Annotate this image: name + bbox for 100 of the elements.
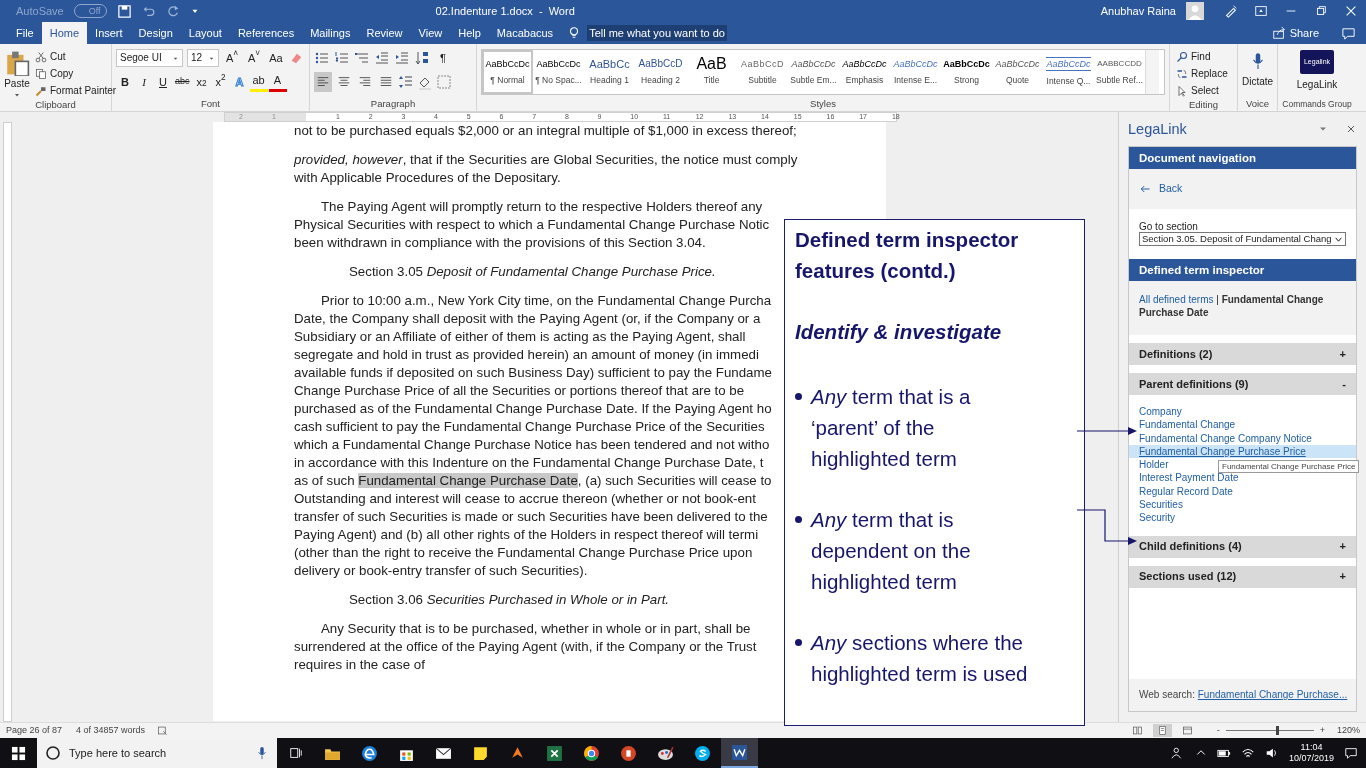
accordion-header[interactable]: Definitions (2) + (1129, 343, 1356, 365)
section-dropdown[interactable]: Section 3.05. Deposit of Fundamental Chang (1139, 232, 1346, 246)
ribbon-tab[interactable]: Home (41, 22, 88, 44)
search-icon (1176, 50, 1188, 63)
font-button[interactable]: I (135, 72, 153, 92)
brush-button[interactable]: Format Painter (33, 82, 119, 99)
zoom-out-button[interactable]: - (1216, 723, 1220, 738)
ribbon-tab[interactable]: Mailings (302, 22, 359, 44)
style-option[interactable]: AaBbCcDc Intense Q... (1043, 50, 1094, 94)
style-option[interactable]: AABBCCDD Subtle Ref... (1094, 50, 1145, 94)
style-option[interactable]: AaBbCcD Heading 2 (635, 50, 686, 94)
zoom-in-button[interactable]: + (1319, 723, 1325, 738)
print-view-button[interactable] (1152, 724, 1172, 737)
word-count: 4 of 34857 words (76, 723, 146, 737)
paste-button[interactable]: Paste (4, 48, 30, 99)
sticky-note-icon (472, 744, 489, 762)
tooltip: Fundamental Change Purchase Price (1218, 460, 1360, 473)
notification-icon (1344, 746, 1358, 760)
ribbon-tab[interactable]: File (8, 22, 42, 44)
font-button[interactable]: x$^{2}$ (211, 72, 230, 92)
style-option[interactable]: AaBbCcDc ¶ No Spac... (533, 50, 584, 94)
font-button[interactable]: x$_{2}$ (192, 72, 211, 92)
ribbon-tab[interactable]: Help (450, 22, 489, 44)
text-line: as of such (294, 473, 356, 488)
font-button[interactable]: ab (249, 72, 268, 92)
share-button[interactable]: Share (1271, 24, 1319, 42)
gallery-scrollbar[interactable] (1145, 50, 1159, 94)
font-button[interactable]: Aa (267, 48, 285, 68)
font-button[interactable]: B (116, 72, 134, 92)
back-arrow-icon (1139, 183, 1151, 195)
term-link[interactable]: Fundamental Change (1129, 418, 1356, 432)
style-option[interactable]: AaB Title (686, 50, 737, 94)
taskbar-search-field[interactable]: Type here to search (37, 738, 277, 768)
term-link[interactable]: Company (1129, 405, 1356, 419)
ribbon-tab[interactable]: Design (130, 22, 181, 44)
style-option[interactable]: AaBbCcDc ¶ Normal (482, 50, 533, 94)
term-link[interactable]: Interest Payment Date (1129, 471, 1356, 485)
style-option[interactable]: AaBbCcDc Quote (992, 50, 1043, 94)
scissors-icon (35, 50, 47, 63)
find-button[interactable]: Find (1174, 48, 1233, 65)
all-terms-link[interactable]: All defined terms (1139, 294, 1214, 305)
style-option[interactable]: AaBbCc Heading 1 (584, 50, 635, 94)
term-link[interactable]: Regular Record Date (1129, 484, 1356, 499)
back-link[interactable]: Back (1139, 181, 1183, 197)
redo-icon (165, 4, 180, 18)
task-view-icon (288, 746, 303, 760)
ribbon-tab[interactable]: Insert (87, 22, 131, 44)
style-option[interactable]: AaBbCcDc Intense E... (890, 50, 941, 94)
select-button[interactable]: Select (1174, 82, 1233, 99)
maximize-icon (1314, 4, 1328, 18)
cut-button[interactable]: Cut (33, 48, 119, 65)
bullets-icon (314, 50, 330, 66)
ribbon-tab[interactable]: Macabacus (488, 22, 562, 44)
text-line: in accordance with this Indenture on the Fundamental Change Purchase Date, t (294, 455, 764, 470)
sort-icon (414, 50, 430, 66)
windows-logo-icon (11, 745, 26, 761)
font-button[interactable]: A$^{˄}$ (223, 48, 241, 68)
font-button[interactable]: abc (173, 72, 192, 92)
style-option[interactable]: AaBbCcD Subtitle (737, 50, 788, 94)
font-name-field[interactable]: Segoe UI (116, 49, 183, 67)
ribbon-tab[interactable]: Layout (180, 22, 230, 44)
bullet-dot (795, 516, 802, 523)
align-left-button[interactable] (314, 72, 332, 92)
style-option[interactable]: AaBbCcDc Emphasis (839, 50, 890, 94)
style-option[interactable]: AaBbCcDc Strong (941, 50, 992, 94)
view-icon (1131, 725, 1143, 736)
ribbon-tab[interactable]: View (410, 22, 451, 44)
proofing-icon (157, 725, 169, 736)
callout-title: Defined term inspector features (contd.) (795, 227, 1020, 284)
zoom-thumb[interactable] (1276, 726, 1280, 735)
view-icon (1156, 725, 1168, 736)
brush-icon (35, 84, 47, 97)
dictate-button[interactable]: Dictate (1242, 48, 1273, 89)
font-button[interactable]: A (268, 72, 287, 92)
browser-icon (361, 744, 378, 762)
font-button[interactable]: U (154, 72, 172, 92)
ribbon-tab[interactable]: Review (358, 22, 411, 44)
presentation-icon (620, 744, 637, 762)
accordion-header[interactable]: Parent definitions (9) - (1129, 373, 1356, 395)
show-marks-button[interactable]: ¶ (434, 48, 452, 68)
web-search-link[interactable]: Fundamental Change Purchase... (1197, 689, 1348, 700)
replace-button[interactable]: Replace (1174, 65, 1233, 82)
copy-icon (35, 67, 47, 80)
close-icon (1345, 123, 1357, 135)
accordion-header[interactable]: Sections used (12) + (1129, 565, 1356, 588)
tell-me-field[interactable]: Tell me what you want to do (587, 24, 727, 42)
copy-button[interactable]: Copy (33, 65, 119, 82)
font-button[interactable]: A$^{˅}$ (245, 48, 263, 68)
ribbon-tab[interactable]: References (229, 22, 303, 44)
text-line: (other than the right to receive the Fundamental Change Purchase Price upon (294, 545, 753, 560)
zoom-level[interactable]: 120% (1336, 723, 1360, 738)
font-size-field[interactable]: 12 (187, 49, 219, 67)
taskbar-app[interactable] (721, 738, 758, 768)
term-link[interactable]: Security (1129, 511, 1356, 525)
term-link[interactable]: Securities (1129, 498, 1356, 512)
accordion-header[interactable]: Child definitions (4) + (1129, 535, 1356, 558)
term-link[interactable]: Fundamental Change Company Notice (1129, 431, 1356, 445)
term-link[interactable]: Fundamental Change Purchase Price (1129, 444, 1356, 459)
text-line: available funds if deposited on such Business Day) sufficient to pay the Fundame (294, 365, 772, 380)
style-option[interactable]: AaBbCcDc Subtle Em... (788, 50, 839, 94)
